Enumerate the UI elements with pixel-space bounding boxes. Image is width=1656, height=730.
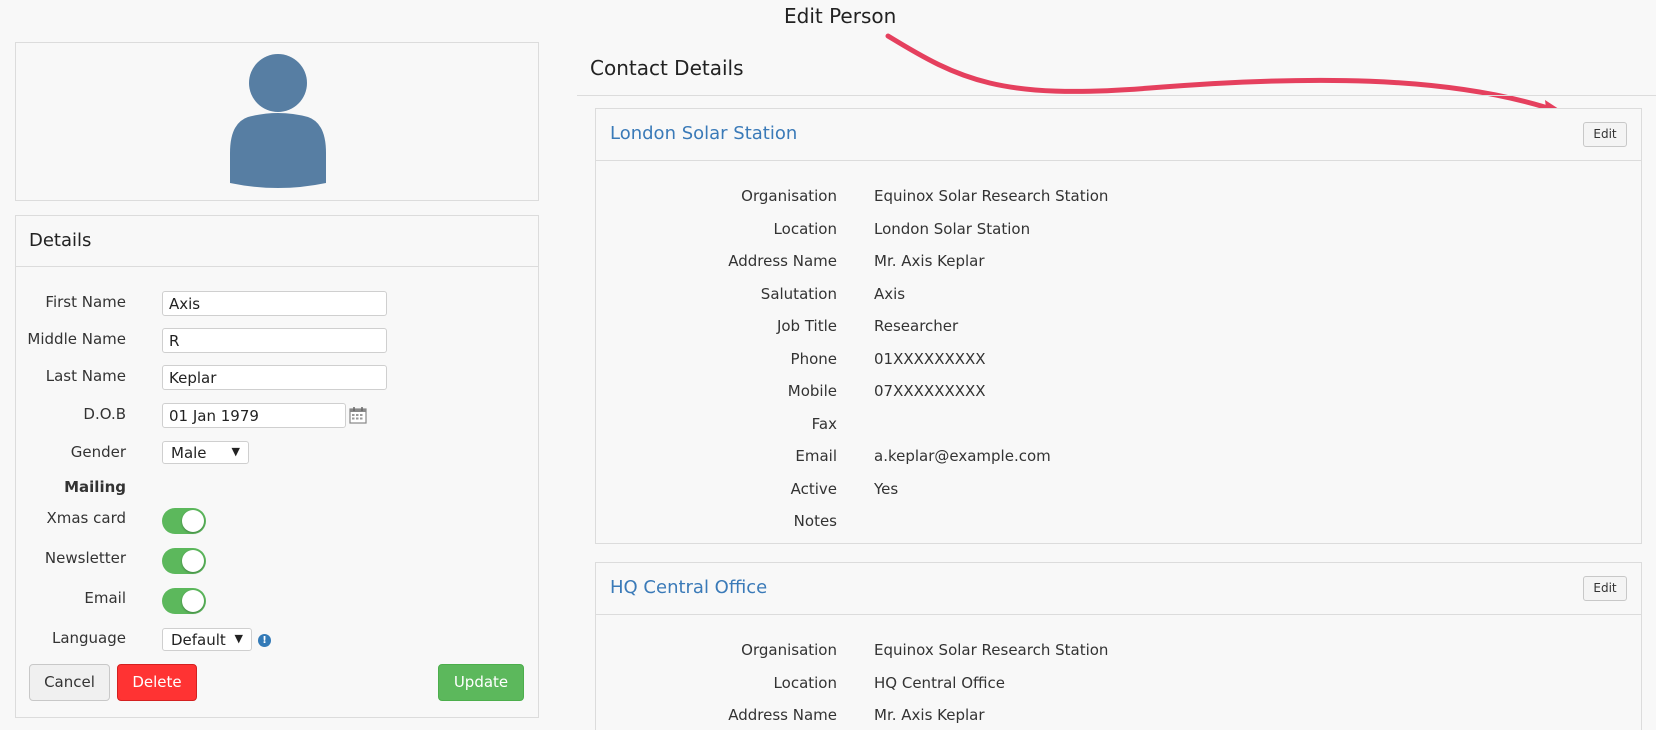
field-label: Location bbox=[773, 673, 837, 692]
field-row: Email a.keplar@example.com bbox=[596, 447, 1641, 480]
first-name-label: First Name bbox=[45, 293, 126, 311]
contact-card-london: London Solar Station Edit Organisation Eq… bbox=[595, 108, 1642, 544]
field-value: Researcher bbox=[874, 317, 959, 335]
field-row: Location HQ Central Office bbox=[596, 674, 1641, 707]
toggle-knob bbox=[182, 510, 204, 532]
newsletter-label: Newsletter bbox=[44, 549, 126, 567]
middle-name-label: Middle Name bbox=[27, 330, 126, 348]
field-label: Address Name bbox=[728, 252, 837, 270]
field-row: Mobile 07XXXXXXXXX bbox=[596, 382, 1641, 415]
field-value: Mr. Axis Keplar bbox=[874, 706, 985, 724]
xmas-card-toggle[interactable] bbox=[162, 508, 206, 534]
email-toggle[interactable] bbox=[162, 588, 206, 614]
field-value: Equinox Solar Research Station bbox=[874, 641, 1109, 659]
mailing-heading: Mailing bbox=[64, 478, 126, 496]
card-fields: Organisation Equinox Solar Research Stati… bbox=[596, 615, 1641, 730]
field-row: Location London Solar Station bbox=[596, 220, 1641, 253]
field-label: Location bbox=[773, 219, 837, 238]
card-header: London Solar Station Edit bbox=[596, 109, 1641, 161]
first-name-input[interactable]: Axis bbox=[162, 291, 387, 316]
field-label: Fax bbox=[811, 414, 837, 433]
middle-name-input[interactable]: R bbox=[162, 328, 387, 353]
card-header: HQ Central Office Edit bbox=[596, 563, 1641, 615]
field-row: Salutation Axis bbox=[596, 285, 1641, 318]
info-icon[interactable]: ! bbox=[258, 634, 271, 647]
edit-button[interactable]: Edit bbox=[1583, 122, 1627, 147]
field-value: Axis bbox=[874, 284, 906, 303]
last-name-label: Last Name bbox=[45, 367, 126, 385]
card-fields: Organisation Equinox Solar Research Stati… bbox=[596, 161, 1641, 543]
details-heading: Details bbox=[16, 216, 538, 267]
field-row: Organisation Equinox Solar Research Stati… bbox=[596, 187, 1641, 220]
dob-input[interactable]: 01 Jan 1979 bbox=[162, 403, 346, 428]
field-label: Organisation bbox=[741, 187, 837, 205]
field-row: Notes bbox=[596, 512, 1641, 543]
cancel-button[interactable]: Cancel bbox=[29, 664, 110, 701]
details-panel: Details First Name Axis Middle Name R La… bbox=[15, 215, 539, 718]
field-value: Equinox Solar Research Station bbox=[874, 187, 1109, 205]
last-name-input[interactable]: Keplar bbox=[162, 365, 387, 390]
divider bbox=[577, 95, 1656, 96]
field-row: Fax bbox=[596, 415, 1641, 448]
field-value: Yes bbox=[874, 479, 899, 498]
field-value[interactable]: a.keplar@example.com bbox=[874, 447, 1051, 465]
language-label: Language bbox=[51, 629, 126, 647]
field-value: London Solar Station bbox=[874, 219, 1031, 238]
calendar-icon[interactable] bbox=[349, 406, 367, 424]
edit-button[interactable]: Edit bbox=[1583, 576, 1627, 601]
contact-details-title: Contact Details bbox=[590, 56, 744, 80]
avatar-icon bbox=[230, 54, 326, 188]
contact-card-hq: HQ Central Office Edit Organisation Equin… bbox=[595, 562, 1642, 730]
chevron-down-icon: ▼ bbox=[231, 445, 240, 458]
field-label: Organisation bbox=[741, 641, 837, 659]
update-button[interactable]: Update bbox=[438, 664, 524, 701]
field-value: HQ Central Office bbox=[874, 673, 1006, 692]
gender-select[interactable]: Male ▼ bbox=[162, 441, 249, 464]
field-label: Notes bbox=[793, 512, 837, 530]
field-value: 07XXXXXXXXX bbox=[874, 382, 986, 400]
card-title[interactable]: HQ Central Office bbox=[610, 577, 767, 598]
field-label: Address Name bbox=[728, 706, 837, 724]
dob-label: D.O.B bbox=[83, 405, 126, 423]
field-label: Active bbox=[790, 479, 837, 498]
field-label: Mobile bbox=[787, 382, 837, 400]
field-row: Address Name Mr. Axis Keplar bbox=[596, 252, 1641, 285]
newsletter-toggle[interactable] bbox=[162, 548, 206, 574]
avatar-panel bbox=[15, 42, 539, 201]
toggle-knob bbox=[182, 550, 204, 572]
field-value: Mr. Axis Keplar bbox=[874, 252, 985, 270]
field-row: Phone 01XXXXXXXXX bbox=[596, 350, 1641, 383]
field-label: Email bbox=[795, 447, 837, 465]
field-row: Address Name Mr. Axis Keplar bbox=[596, 706, 1641, 730]
field-row: Job Title Researcher bbox=[596, 317, 1641, 350]
delete-button[interactable]: Delete bbox=[117, 664, 197, 701]
toggle-knob bbox=[182, 590, 204, 612]
language-select[interactable]: Default ▼ bbox=[162, 628, 252, 651]
language-value: Default bbox=[171, 631, 226, 649]
gender-value: Male bbox=[171, 444, 207, 462]
field-value: 01XXXXXXXXX bbox=[874, 349, 986, 368]
email-toggle-label: Email bbox=[84, 589, 126, 607]
xmas-card-label: Xmas card bbox=[46, 509, 126, 527]
chevron-down-icon: ▼ bbox=[234, 632, 243, 645]
card-title[interactable]: London Solar Station bbox=[610, 123, 797, 144]
gender-label: Gender bbox=[70, 443, 126, 461]
field-label: Job Title bbox=[776, 317, 837, 335]
field-label: Phone bbox=[790, 349, 837, 368]
annotation-label: Edit Person bbox=[784, 4, 897, 28]
field-label: Salutation bbox=[760, 284, 837, 303]
field-row: Organisation Equinox Solar Research Stati… bbox=[596, 641, 1641, 674]
field-row: Active Yes bbox=[596, 480, 1641, 513]
